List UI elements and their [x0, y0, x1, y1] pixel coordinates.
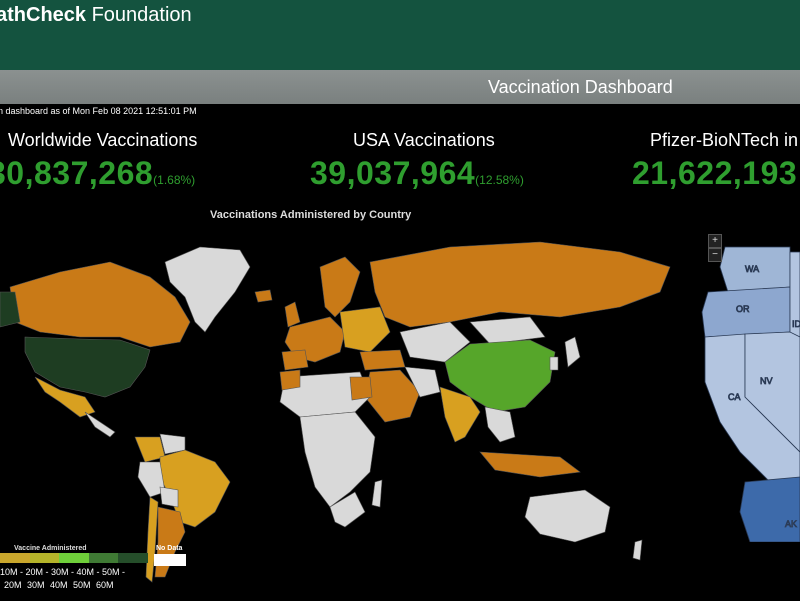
brand-bold: athCheck [0, 4, 87, 26]
country-iceland[interactable] [254, 289, 273, 303]
page-title: Vaccination Dashboard [488, 77, 673, 97]
country-europe-east[interactable] [339, 306, 391, 353]
legend-color-scale [0, 553, 148, 563]
country-mongolia[interactable] [469, 316, 546, 345]
usa-pct: (12.58%) [475, 173, 524, 187]
country-madagascar[interactable] [371, 479, 383, 508]
pfizer-value: 21,622,193 [632, 155, 798, 191]
brand-logo[interactable]: athCheck Foundation [0, 4, 192, 27]
state-label-id: ID [792, 319, 800, 329]
country-spain[interactable] [281, 349, 309, 371]
country-morocco[interactable] [279, 369, 301, 391]
legend-scale-bottom: 20M 30M 40M 50M 60M [4, 580, 114, 590]
state-label-or: OR [736, 304, 750, 314]
map-title: Vaccinations Administered by Country [210, 209, 412, 221]
state-label-ca: CA [728, 392, 741, 402]
state-label-wa: WA [745, 264, 759, 274]
country-bolivia[interactable] [159, 486, 179, 508]
dashboard-bar: Vaccination Dashboard [0, 70, 800, 104]
world-map[interactable] [0, 222, 680, 601]
brand-rest: Foundation [86, 4, 192, 26]
country-se-asia[interactable] [484, 406, 516, 443]
legend-title: Vaccine Administered [14, 545, 87, 552]
country-turkey[interactable] [359, 349, 406, 371]
country-central-america[interactable] [84, 411, 116, 438]
usa-map[interactable]: WA OR ID CA NV AK [690, 222, 800, 542]
country-scandinavia[interactable] [319, 256, 361, 318]
worldwide-value: 30,837,268(1.68%) [0, 155, 196, 191]
country-argentina[interactable] [154, 506, 186, 578]
last-updated-text: n dashboard as of Mon Feb 08 2021 12:51:… [0, 106, 197, 116]
country-canada[interactable] [9, 261, 191, 348]
state-label-ak: AK [785, 519, 797, 529]
country-central-africa[interactable] [299, 411, 376, 508]
country-indonesia[interactable] [479, 451, 581, 478]
legend-no-data-swatch [154, 554, 186, 566]
worldwide-pct: (1.68%) [153, 173, 196, 187]
country-australia[interactable] [524, 489, 611, 543]
country-korea[interactable] [549, 356, 559, 371]
state-label-nv: NV [760, 376, 773, 386]
pfizer-label: Pfizer-BioNTech in [650, 130, 799, 150]
usa-label: USA Vaccinations [353, 130, 495, 150]
app-header: athCheck Foundation [0, 0, 800, 70]
legend-no-data-label: No Data [156, 545, 183, 552]
state-ak[interactable] [739, 476, 800, 542]
country-japan[interactable] [564, 336, 581, 368]
country-russia[interactable] [369, 241, 671, 328]
country-new-zealand[interactable] [632, 539, 643, 561]
usa-value: 39,037,964(12.58%) [310, 155, 524, 191]
country-uk[interactable] [284, 301, 301, 328]
country-egypt[interactable] [349, 376, 373, 401]
legend-scale-top: 10M - 20M - 30M - 40M - 50M - [0, 567, 126, 577]
zoom-in-button[interactable]: + [708, 234, 722, 248]
zoom-out-button[interactable]: − [708, 248, 722, 262]
worldwide-label: Worldwide Vaccinations [8, 130, 198, 150]
